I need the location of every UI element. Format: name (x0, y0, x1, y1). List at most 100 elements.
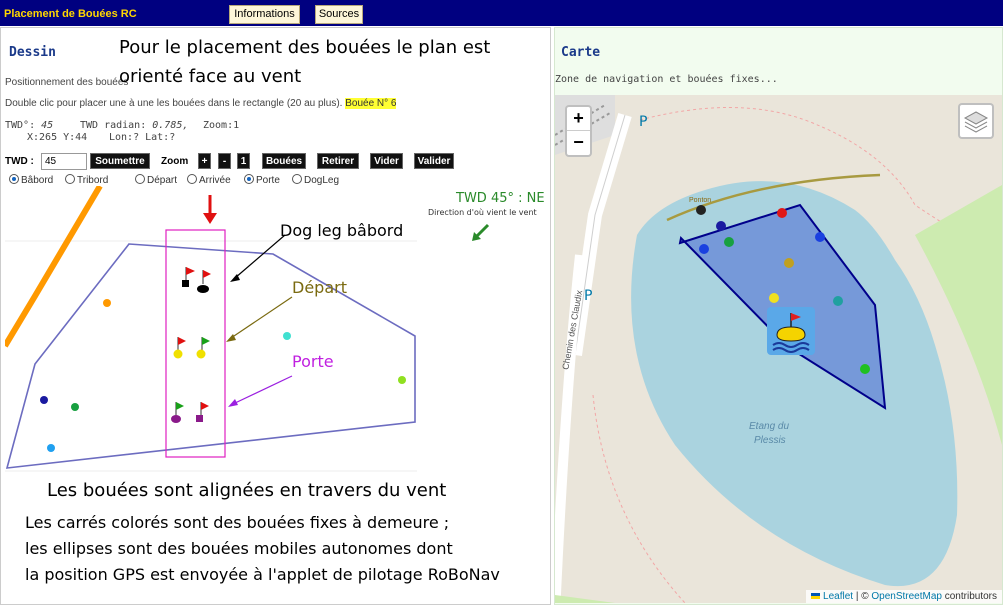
radio-porte-label: Porte (256, 175, 280, 186)
radio-dot (292, 174, 302, 184)
porte-buoy-ellipse[interactable] (171, 415, 181, 423)
buoy-dot[interactable] (40, 396, 48, 404)
aligned-annotation: Les bouées sont alignées en travers du v… (47, 480, 447, 501)
map-attribution: Leaflet | © OpenStreetMap contributors (806, 590, 1002, 603)
osm-link[interactable]: OpenStreetMap (871, 591, 942, 602)
radio-porte[interactable]: Porte (244, 174, 280, 186)
buoy-number-badge: Bouée N° 6 (345, 98, 397, 109)
valider-button[interactable]: Valider (414, 153, 454, 169)
radio-dot (187, 174, 197, 184)
twd-info-line: TWD°: 45 (5, 120, 53, 131)
radio-tribord[interactable]: Tribord (65, 174, 108, 186)
radio-depart[interactable]: Départ (135, 174, 177, 186)
wind-direction-title: TWD 45° : NE (456, 191, 545, 206)
note-line-3: la position GPS est envoyée à l'applet d… (25, 565, 500, 584)
layers-icon (963, 111, 989, 133)
radio-arrivee-label: Arrivée (199, 175, 231, 186)
map-buoy[interactable] (716, 221, 726, 231)
sources-button[interactable]: Sources (315, 5, 363, 24)
radio-dogleg[interactable]: DogLeg (292, 174, 339, 186)
flag (176, 402, 184, 410)
twd-rad-value: 0.785, (152, 120, 189, 131)
wind-direction-subtitle: Direction d'où vient le vent (428, 208, 537, 217)
twd-input[interactable] (41, 153, 87, 170)
map-zoom-out-button[interactable]: − (567, 131, 590, 155)
buoy-dot[interactable] (103, 299, 111, 307)
instructions-line: Double clic pour placer une à une les bo… (5, 98, 397, 109)
map-view[interactable]: P P Chemin des Claudix Ponton Etang du P… (555, 95, 1002, 603)
retirer-button[interactable]: Retirer (317, 153, 359, 169)
buoy-dot[interactable] (398, 376, 406, 384)
leaflet-link[interactable]: Leaflet (823, 591, 853, 602)
map-buoy[interactable] (724, 237, 734, 247)
informations-button[interactable]: Informations (229, 5, 300, 24)
zoom-minus-button[interactable]: - (218, 153, 231, 169)
zoom-plus-button[interactable]: + (198, 153, 211, 169)
carte-subtitle: Zone de navigation et bouées fixes... (555, 74, 778, 85)
orientation-annotation-line-2: orienté face au vent (119, 66, 302, 87)
twd-deg-value: 45 (41, 120, 54, 131)
pontoon-marker (696, 205, 706, 215)
buoy-marker-icon[interactable] (767, 307, 815, 355)
fixed-buoy-square[interactable] (182, 280, 189, 287)
note-line-2: les ellipses sont des bouées mobiles aut… (25, 539, 453, 558)
radio-babord-label: Bâbord (21, 175, 54, 186)
lake-label-2: Plessis (754, 435, 786, 446)
note-line-1: Les carrés colorés sont des bouées fixes… (25, 513, 450, 532)
radio-tribord-label: Tribord (77, 175, 109, 186)
radio-babord[interactable]: Bâbord (9, 174, 53, 186)
orientation-annotation-line-1: Pour le placement des bouées le plan est (119, 37, 491, 58)
radio-dot (135, 174, 145, 184)
bouees-button[interactable]: Bouées (262, 153, 306, 169)
mobile-buoy-ellipse[interactable] (197, 285, 209, 293)
parking-label-1: P (639, 114, 648, 130)
map-buoy[interactable] (815, 232, 825, 242)
map-buoy[interactable] (777, 208, 787, 218)
flag (186, 267, 195, 275)
twd-deg-label: TWD°: (5, 120, 36, 131)
top-bar: Placement de Bouées RC Informations Sour… (0, 0, 1003, 26)
map-buoy[interactable] (860, 364, 870, 374)
ukraine-flag-icon (811, 593, 821, 599)
radio-dot (244, 174, 254, 184)
map-buoy[interactable] (699, 244, 709, 254)
depart-arrow (230, 296, 293, 339)
navigation-zone (5, 243, 416, 469)
vider-button[interactable]: Vider (370, 153, 403, 169)
twd-rad-label: TWD radian: (80, 120, 147, 131)
map-buoy[interactable] (769, 293, 779, 303)
dogleg-annotation: Dog leg bâbord (280, 221, 404, 240)
attribution-contributors: contributors (941, 591, 997, 602)
flag (203, 270, 211, 278)
shore-line (5, 186, 103, 348)
buoy-dot[interactable] (47, 444, 55, 452)
carte-title: Carte (561, 45, 601, 60)
radio-dot (65, 174, 75, 184)
radio-depart-label: Départ (147, 175, 178, 186)
map-zoom-in-button[interactable]: + (567, 107, 590, 131)
porte-annotation: Porte (292, 352, 334, 371)
placement-rectangle (165, 229, 226, 458)
radio-arrivee[interactable]: Arrivée (187, 174, 231, 186)
submit-button[interactable]: Soumettre (90, 153, 150, 169)
pontoon-label: Ponton (689, 197, 712, 204)
positioning-text: Positionnement des bouées (5, 77, 129, 88)
buoy-dot[interactable] (71, 403, 79, 411)
parking-label-2: P (584, 288, 593, 304)
layers-button[interactable] (958, 103, 994, 139)
porte-buoy-square[interactable] (196, 415, 203, 422)
depart-buoy[interactable] (196, 349, 206, 359)
dessin-title: Dessin (9, 45, 56, 60)
twd-label: TWD : (5, 156, 34, 167)
flag (201, 402, 209, 410)
porte-arrow (232, 375, 293, 405)
arrow-head (228, 399, 238, 407)
lake-label-1: Etang du (749, 421, 790, 432)
lonlat-info: Lon:? Lat:? (109, 132, 176, 143)
app-title: Placement de Bouées RC (4, 8, 137, 20)
depart-buoy[interactable] (173, 349, 183, 359)
map-buoy[interactable] (833, 296, 843, 306)
buoy-dot[interactable] (283, 332, 291, 340)
wind-arrow-icon (472, 223, 490, 241)
map-buoy[interactable] (784, 258, 794, 268)
